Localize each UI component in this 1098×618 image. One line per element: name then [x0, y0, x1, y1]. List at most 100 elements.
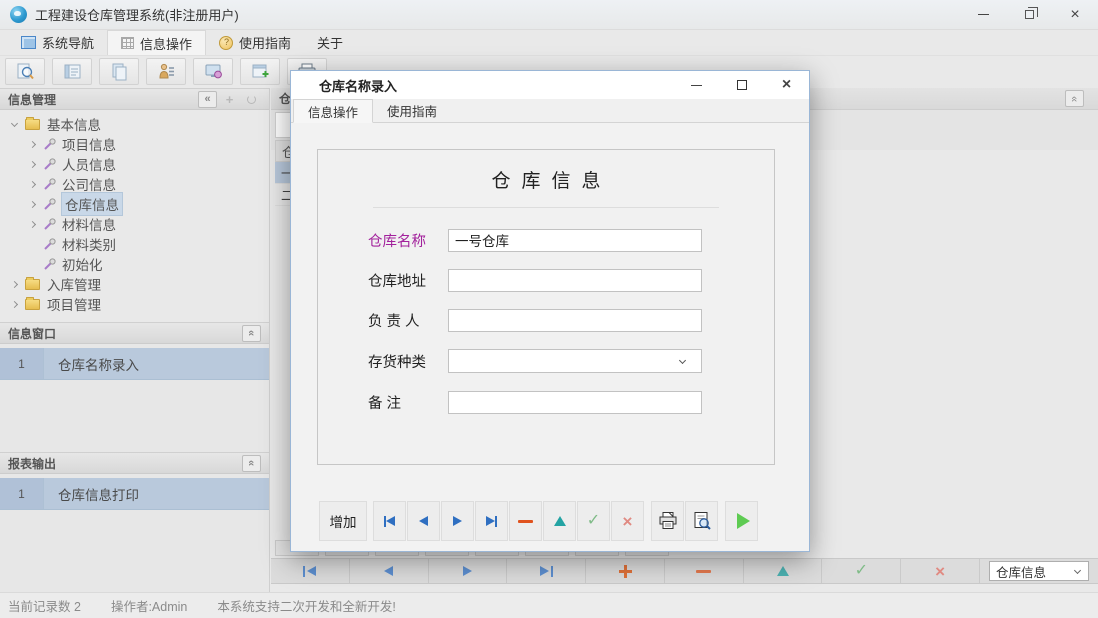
menu-about[interactable]: 关于 — [304, 30, 356, 55]
chevron-right-icon[interactable] — [11, 280, 18, 287]
tree-label: 基本信息 — [47, 114, 101, 134]
form-row-remark: 备 注 — [368, 390, 702, 414]
menu-system-navigation[interactable]: 系统导航 — [8, 30, 107, 55]
stock-type-combobox[interactable] — [448, 349, 702, 373]
last-record-button[interactable] — [475, 501, 508, 541]
tree-item-project-info[interactable]: 项目信息 — [0, 134, 269, 154]
manager-input[interactable] — [448, 309, 702, 332]
toolbar-documents-button[interactable] — [99, 58, 139, 85]
first-record-button[interactable] — [373, 501, 406, 541]
chevron-right-icon[interactable] — [11, 300, 18, 307]
tool-icon — [43, 218, 56, 231]
dialog-tab-info-operations[interactable]: 信息操作 — [293, 99, 373, 123]
nav-delete-button[interactable] — [665, 559, 744, 583]
panel-collapse-button[interactable]: « — [242, 455, 261, 472]
sidebar-collapse-button[interactable]: « — [198, 91, 217, 108]
next-record-icon — [453, 516, 462, 526]
menu-user-guide[interactable]: 使用指南 — [206, 30, 304, 55]
warehouse-name-label: 仓库名称 — [368, 230, 448, 251]
folder-icon — [25, 299, 40, 310]
chevron-down-icon[interactable] — [11, 119, 18, 126]
nav-first-button[interactable] — [271, 559, 350, 583]
form-divider — [373, 207, 719, 208]
dialog-tab-user-guide[interactable]: 使用指南 — [373, 99, 451, 122]
tree-item-warehouse-info[interactable]: 仓库信息 — [0, 194, 269, 214]
tree-item-company-info[interactable]: 公司信息 — [0, 174, 269, 194]
delete-icon — [518, 520, 533, 523]
chevron-right-icon[interactable] — [29, 160, 36, 167]
nav-prev-button[interactable] — [350, 559, 429, 583]
list-item-label: 仓库信息打印 — [44, 484, 139, 504]
menu-bar: 系统导航 信息操作 使用指南 关于 — [0, 30, 1098, 56]
panel-collapse-button[interactable]: « — [242, 325, 261, 342]
menu-info-operations[interactable]: 信息操作 — [107, 30, 206, 55]
toolbar-search-button[interactable] — [5, 58, 45, 85]
info-management-header: 信息管理 « + — [0, 88, 269, 110]
cancel-record-button[interactable]: × — [611, 501, 644, 541]
toolbar-new-window-button[interactable] — [240, 58, 280, 85]
print-preview-button[interactable] — [685, 501, 718, 541]
nav-post-button[interactable]: ✓ — [822, 559, 901, 583]
last-record-icon — [486, 516, 495, 526]
window-list-item[interactable]: 1 仓库名称录入 — [0, 348, 269, 380]
dialog-minimize-button[interactable] — [674, 71, 719, 99]
warehouse-address-input[interactable] — [448, 269, 702, 292]
toolbar-user-settings-button[interactable] — [146, 58, 186, 85]
delete-record-button[interactable] — [509, 501, 542, 541]
next-record-button[interactable] — [441, 501, 474, 541]
menu-label: 关于 — [317, 33, 343, 52]
chevron-right-icon[interactable] — [29, 220, 36, 227]
minimize-button[interactable] — [960, 0, 1006, 30]
dialog-close-button[interactable]: × — [764, 71, 809, 99]
tree-item-inbound-management[interactable]: 入库管理 — [0, 274, 269, 294]
chevron-right-icon[interactable] — [29, 140, 36, 147]
menu-label: 信息操作 — [140, 34, 192, 53]
post-record-button[interactable]: ✓ — [577, 501, 610, 541]
info-windows-title: 信息窗口 — [8, 325, 56, 342]
tree-item-personnel-info[interactable]: 人员信息 — [0, 154, 269, 174]
status-bar: 当前记录数 2 操作者:Admin 本系统支持二次开发和全新开发! — [0, 592, 1098, 618]
report-list-item[interactable]: 1 仓库信息打印 — [0, 478, 269, 510]
refresh-icon — [247, 95, 256, 104]
sidebar-add-button[interactable]: + — [220, 91, 239, 108]
nav-edit-button[interactable] — [744, 559, 823, 583]
tool-icon — [43, 198, 56, 211]
run-button[interactable] — [725, 501, 758, 541]
dialog-titlebar[interactable]: 仓库名称录入 × — [291, 71, 809, 99]
main-collapse-button[interactable]: « — [1065, 90, 1084, 107]
tree-item-initialization[interactable]: 初始化 — [0, 254, 269, 274]
table-select-combobox[interactable]: 仓库信息 — [989, 561, 1089, 581]
chevron-down-icon — [1074, 566, 1081, 573]
chevron-right-icon[interactable] — [29, 180, 36, 187]
edit-record-button[interactable] — [543, 501, 576, 541]
sidebar-refresh-button[interactable] — [242, 91, 261, 108]
tree-item-project-management[interactable]: 项目管理 — [0, 294, 269, 314]
tree-label-selected: 仓库信息 — [62, 193, 122, 215]
folder-icon — [25, 119, 40, 130]
tree-item-basic-info[interactable]: 基本信息 — [0, 114, 269, 134]
remark-input[interactable] — [448, 391, 702, 414]
nav-insert-button[interactable] — [586, 559, 665, 583]
tree-item-material-info[interactable]: 材料信息 — [0, 214, 269, 234]
close-button[interactable]: × — [1052, 0, 1098, 30]
nav-next-button[interactable] — [429, 559, 508, 583]
warehouse-entry-dialog: 仓库名称录入 × 信息操作 使用指南 仓库信息 仓库名称 仓库地址 负 责 人 — [290, 70, 810, 552]
print-button[interactable] — [651, 501, 684, 541]
dialog-maximize-button[interactable] — [719, 71, 764, 99]
form-row-stock-type: 存货种类 — [368, 349, 702, 373]
tree-item-material-category[interactable]: 材料类别 — [0, 234, 269, 254]
prev-record-button[interactable] — [407, 501, 440, 541]
warehouse-name-input[interactable] — [448, 229, 702, 252]
nav-last-button[interactable] — [507, 559, 586, 583]
toolbar-monitor-button[interactable] — [193, 58, 233, 85]
tree-label: 人员信息 — [62, 154, 116, 174]
nav-cancel-button[interactable]: × — [901, 559, 980, 583]
add-button[interactable]: 增加 — [319, 501, 367, 541]
chevron-right-icon[interactable] — [29, 200, 36, 207]
status-operator: 操作者:Admin — [111, 596, 187, 615]
minimize-icon — [691, 85, 702, 86]
list-item-index: 1 — [0, 348, 44, 379]
restore-button[interactable] — [1006, 0, 1052, 30]
next-record-icon — [463, 566, 472, 576]
toolbar-form-button[interactable] — [52, 58, 92, 85]
